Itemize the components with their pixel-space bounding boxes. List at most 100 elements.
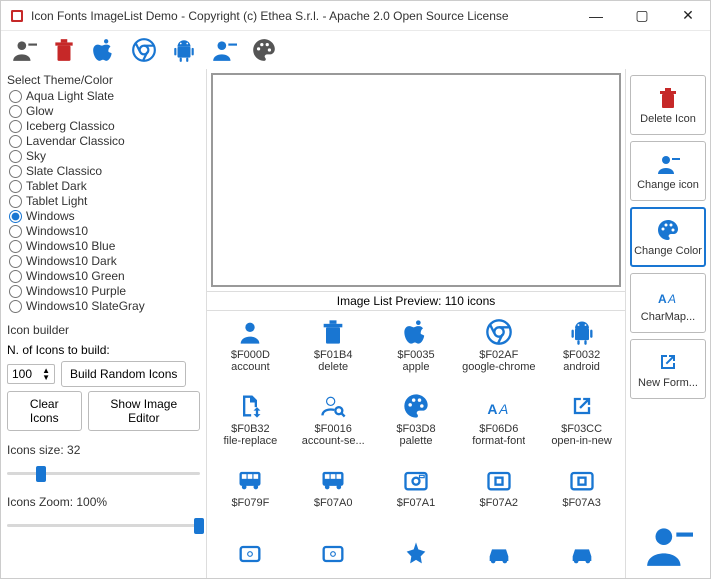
radio-input[interactable] (9, 225, 22, 238)
radio-input[interactable] (9, 120, 22, 133)
right-new-form-button[interactable]: New Form... (630, 339, 706, 399)
icon-code: $F06D6 (479, 423, 518, 435)
clear-icons-button[interactable]: Clear Icons (7, 391, 82, 431)
icon-cell[interactable]: $F03D8palette (377, 391, 456, 463)
spinner-arrows-icon[interactable]: ▲▼ (42, 367, 50, 381)
theme-radio-iceberg-classico[interactable]: Iceberg Classico (9, 119, 200, 133)
theme-radio-windows[interactable]: Windows (9, 209, 200, 223)
radio-input[interactable] (9, 300, 22, 313)
right-delete-iconbutton[interactable]: Delete Icon (630, 75, 706, 135)
icons-size-label: Icons size: 32 (7, 443, 200, 457)
toolbar-android-icon[interactable] (169, 35, 199, 65)
camera3-icon (567, 465, 597, 495)
icon-code: $F0032 (563, 349, 600, 361)
toolbar-apple-icon[interactable] (89, 35, 119, 65)
icon-cell[interactable]: $F07A2 (459, 465, 538, 537)
toolbar-palette-icon[interactable] (249, 35, 279, 65)
palette-icon (655, 217, 681, 243)
theme-radio-glow[interactable]: Glow (9, 104, 200, 118)
theme-radio-windows10-dark[interactable]: Windows10 Dark (9, 254, 200, 268)
radio-input[interactable] (9, 240, 22, 253)
radio-input[interactable] (9, 195, 22, 208)
icon-code: $F000D (231, 349, 270, 361)
camera2-icon (484, 465, 514, 495)
theme-radio-windows10-green[interactable]: Windows10 Green (9, 269, 200, 283)
icons-zoom-slider[interactable] (7, 515, 200, 535)
radio-input[interactable] (9, 135, 22, 148)
toolbar-account-minus-icon[interactable] (9, 35, 39, 65)
toolbar-account-minus2-icon[interactable] (209, 35, 239, 65)
theme-radio-aqua-light-slate[interactable]: Aqua Light Slate (9, 89, 200, 103)
icon-cell[interactable]: $F0016account-se... (294, 391, 373, 463)
theme-radio-windows10[interactable]: Windows10 (9, 224, 200, 238)
right-change-colorbutton[interactable]: Change Color (630, 207, 706, 267)
icon-count-spinner[interactable]: 100 ▲▼ (7, 364, 55, 384)
center-panel: Image List Preview: 110 icons $F000Dacco… (206, 69, 626, 578)
image-list-header: Image List Preview: 110 icons (207, 291, 625, 311)
theme-label: Sky (26, 149, 46, 163)
theme-label: Windows10 Purple (26, 284, 126, 298)
theme-label: Windows10 (26, 224, 88, 238)
icon-builder-title: Icon builder (7, 321, 200, 339)
icon-cell[interactable] (294, 539, 373, 578)
icon-cell[interactable]: $F07A3 (542, 465, 621, 537)
icon-name: file-replace (223, 435, 277, 447)
icon-cell[interactable] (377, 539, 456, 578)
theme-label: Lavendar Classico (26, 134, 125, 148)
icons-size-slider[interactable] (7, 463, 200, 483)
show-image-editor-button[interactable]: Show Image Editor (88, 391, 200, 431)
trash-icon (655, 85, 681, 111)
theme-radio-lavendar-classico[interactable]: Lavendar Classico (9, 134, 200, 148)
theme-radio-windows10-slategray[interactable]: Windows10 SlateGray (9, 299, 200, 313)
theme-group: Select Theme/Color Aqua Light SlateGlowI… (7, 71, 200, 313)
theme-radio-windows10-purple[interactable]: Windows10 Purple (9, 284, 200, 298)
car1-icon (484, 539, 514, 569)
icon-cell[interactable]: $F000Daccount (211, 317, 290, 389)
build-random-button[interactable]: Build Random Icons (61, 361, 186, 387)
theme-radio-tablet-light[interactable]: Tablet Light (9, 194, 200, 208)
radio-input[interactable] (9, 105, 22, 118)
toolbar (1, 31, 710, 69)
bus2-icon (318, 465, 348, 495)
radio-input[interactable] (9, 150, 22, 163)
theme-radio-slate-classico[interactable]: Slate Classico (9, 164, 200, 178)
icon-cell[interactable] (459, 539, 538, 578)
radio-input[interactable] (9, 210, 22, 223)
right-button-label: Change Color (634, 245, 702, 257)
radio-input[interactable] (9, 180, 22, 193)
radio-input[interactable] (9, 255, 22, 268)
icon-cell[interactable]: $F0B32file-replace (211, 391, 290, 463)
icon-cell[interactable]: $F07A0 (294, 465, 373, 537)
icon-cell[interactable]: $F0032android (542, 317, 621, 389)
maximize-button[interactable]: ▢ (628, 7, 656, 24)
icon-cell[interactable] (542, 539, 621, 578)
close-button[interactable]: ✕ (674, 7, 702, 24)
icon-cell[interactable]: $F03CCopen-in-new (542, 391, 621, 463)
sidebar: Select Theme/Color Aqua Light SlateGlowI… (1, 69, 206, 578)
right-charmap-button[interactable]: CharMap... (630, 273, 706, 333)
icon-cell[interactable]: $F01B4delete (294, 317, 373, 389)
radio-input[interactable] (9, 285, 22, 298)
camera1-icon (401, 465, 431, 495)
radio-input[interactable] (9, 270, 22, 283)
icon-name: open-in-new (551, 435, 612, 447)
icon-cell[interactable]: $F06D6format-font (459, 391, 538, 463)
format-font-icon (484, 391, 514, 421)
toolbar-delete-icon[interactable] (49, 35, 79, 65)
icon-name: apple (403, 361, 430, 373)
chrome-icon (484, 317, 514, 347)
icon-cell[interactable]: $F0035apple (377, 317, 456, 389)
theme-radio-sky[interactable]: Sky (9, 149, 200, 163)
right-change-iconbutton[interactable]: Change icon (630, 141, 706, 201)
radio-input[interactable] (9, 90, 22, 103)
toolbar-chrome-icon[interactable] (129, 35, 159, 65)
minimize-button[interactable]: — (582, 8, 610, 24)
palette-icon (401, 391, 431, 421)
theme-radio-windows10-blue[interactable]: Windows10 Blue (9, 239, 200, 253)
icon-cell[interactable]: $F07A1 (377, 465, 456, 537)
theme-radio-tablet-dark[interactable]: Tablet Dark (9, 179, 200, 193)
icon-cell[interactable]: $F02AFgoogle-chrome (459, 317, 538, 389)
icon-cell[interactable] (211, 539, 290, 578)
icon-cell[interactable]: $F079F (211, 465, 290, 537)
radio-input[interactable] (9, 165, 22, 178)
